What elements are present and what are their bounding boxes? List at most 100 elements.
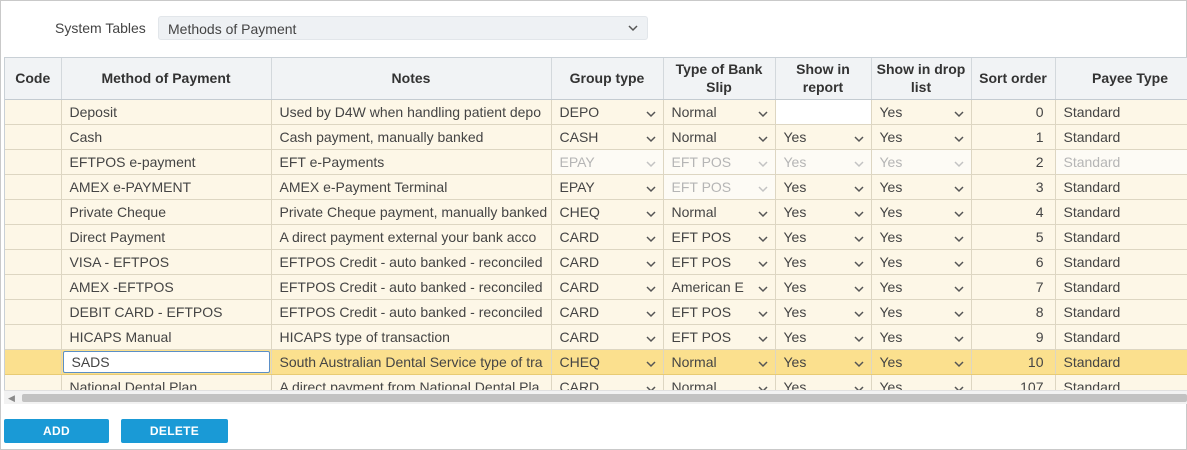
cell-method[interactable]: VISA - EFTPOS (61, 249, 272, 275)
cell-sort-order[interactable]: 5 (971, 224, 1056, 250)
cell-bank-slip[interactable]: Normal (663, 99, 776, 125)
cell-notes[interactable]: EFTPOS Credit - auto banked - reconciled (271, 274, 552, 300)
cell-method[interactable]: Private Cheque (61, 199, 272, 225)
cell-code[interactable] (5, 349, 62, 375)
cell-show-drop[interactable]: Yes (871, 99, 972, 125)
cell-sort-order[interactable]: 6 (971, 249, 1056, 275)
cell-show-drop[interactable]: Yes (871, 249, 972, 275)
cell-bank-slip[interactable]: EFT POS (663, 174, 776, 200)
col-header-notes[interactable]: Notes (271, 58, 552, 100)
cell-show-drop[interactable]: Yes (871, 149, 972, 175)
cell-code[interactable] (5, 274, 62, 300)
cell-bank-slip[interactable]: EFT POS (663, 299, 776, 325)
table-row[interactable]: SADS South Australian Dental Service type… (5, 349, 1187, 375)
col-header-show-drop[interactable]: Show in drop list (871, 58, 972, 100)
cell-group-type[interactable]: DEPO (551, 99, 664, 125)
cell-show-report[interactable]: Yes (775, 149, 872, 175)
cell-group-type[interactable]: CARD (551, 374, 664, 390)
cell-show-report[interactable]: Yes (775, 199, 872, 225)
col-header-payee-type[interactable]: Payee Type (1055, 58, 1187, 100)
cell-bank-slip[interactable]: EFT POS (663, 149, 776, 175)
scrollbar-thumb[interactable] (22, 394, 1187, 402)
table-row[interactable]: Private Cheque Private Cheque payment, ma… (5, 199, 1187, 225)
cell-payee-type[interactable]: Standard (1055, 174, 1187, 200)
cell-group-type[interactable]: CARD (551, 224, 664, 250)
cell-code[interactable] (5, 124, 62, 150)
col-header-sort-order[interactable]: Sort order (971, 58, 1056, 100)
cell-payee-type[interactable]: Standard (1055, 299, 1187, 325)
cell-code[interactable] (5, 149, 62, 175)
cell-show-drop[interactable]: Yes (871, 224, 972, 250)
cell-notes[interactable]: EFTPOS Credit - auto banked - reconciled (271, 299, 552, 325)
cell-show-report[interactable]: Yes (775, 174, 872, 200)
cell-group-type[interactable]: CARD (551, 274, 664, 300)
cell-show-report[interactable] (775, 99, 872, 125)
cell-show-report[interactable]: Yes (775, 299, 872, 325)
cell-group-type[interactable]: CHEQ (551, 349, 664, 375)
cell-sort-order[interactable]: 10 (971, 349, 1056, 375)
cell-payee-type[interactable]: Standard (1055, 349, 1187, 375)
system-tables-select[interactable]: Methods of Payment (158, 16, 648, 40)
cell-show-drop[interactable]: Yes (871, 274, 972, 300)
cell-bank-slip[interactable]: American E (663, 274, 776, 300)
cell-group-type[interactable]: CHEQ (551, 199, 664, 225)
table-row[interactable]: National Dental Plan A direct payment fro… (5, 374, 1187, 390)
cell-code[interactable] (5, 174, 62, 200)
cell-payee-type[interactable]: Standard (1055, 374, 1187, 390)
cell-code[interactable] (5, 374, 62, 390)
table-row[interactable]: DEBIT CARD - EFTPOS EFTPOS Credit - auto … (5, 299, 1187, 325)
table-row[interactable]: Deposit Used by D4W when handling patient… (5, 99, 1187, 125)
cell-show-drop[interactable]: Yes (871, 299, 972, 325)
scroll-left-icon[interactable]: ◀ (8, 393, 15, 404)
cell-bank-slip[interactable]: Normal (663, 199, 776, 225)
cell-notes[interactable]: A direct payment from National Dental Pl… (271, 374, 552, 390)
cell-method[interactable]: Direct Payment (61, 224, 272, 250)
cell-payee-type[interactable]: Standard (1055, 274, 1187, 300)
cell-bank-slip[interactable]: Normal (663, 124, 776, 150)
cell-payee-type[interactable]: Standard (1055, 249, 1187, 275)
cell-notes[interactable]: A direct payment external your bank acco (271, 224, 552, 250)
cell-show-report[interactable]: Yes (775, 249, 872, 275)
cell-bank-slip[interactable]: EFT POS (663, 249, 776, 275)
col-header-method[interactable]: Method of Payment (61, 58, 272, 100)
method-edit-input[interactable]: SADS (62, 350, 270, 373)
cell-code[interactable] (5, 99, 62, 125)
cell-method[interactable]: Deposit (61, 99, 272, 125)
cell-bank-slip[interactable]: Normal (663, 349, 776, 375)
cell-show-drop[interactable]: Yes (871, 324, 972, 350)
cell-show-report[interactable]: Yes (775, 224, 872, 250)
table-row[interactable]: VISA - EFTPOS EFTPOS Credit - auto banked… (5, 249, 1187, 275)
cell-group-type[interactable]: EPAY (551, 174, 664, 200)
cell-code[interactable] (5, 249, 62, 275)
table-row[interactable]: AMEX e-PAYMENT AMEX e-Payment Terminal EPA… (5, 174, 1187, 200)
horizontal-scrollbar[interactable]: ◀ (4, 390, 1187, 404)
cell-sort-order[interactable]: 107 (971, 374, 1056, 390)
cell-method[interactable]: AMEX -EFTPOS (61, 274, 272, 300)
cell-show-report[interactable]: Yes (775, 324, 872, 350)
delete-button[interactable]: DELETE (121, 419, 228, 443)
cell-payee-type[interactable]: Standard (1055, 324, 1187, 350)
cell-sort-order[interactable]: 7 (971, 274, 1056, 300)
cell-method[interactable]: National Dental Plan (61, 374, 272, 390)
cell-notes[interactable]: EFTPOS Credit - auto banked - reconciled (271, 249, 552, 275)
cell-payee-type[interactable]: Standard (1055, 149, 1187, 175)
table-row[interactable]: HICAPS Manual HICAPS type of transaction C… (5, 324, 1187, 350)
cell-group-type[interactable]: CARD (551, 324, 664, 350)
cell-sort-order[interactable]: 9 (971, 324, 1056, 350)
cell-group-type[interactable]: CASH (551, 124, 664, 150)
cell-show-report[interactable]: Yes (775, 349, 872, 375)
cell-method[interactable]: DEBIT CARD - EFTPOS (61, 299, 272, 325)
cell-sort-order[interactable]: 2 (971, 149, 1056, 175)
cell-bank-slip[interactable]: Normal (663, 374, 776, 390)
cell-bank-slip[interactable]: EFT POS (663, 324, 776, 350)
table-row[interactable]: Cash Cash payment, manually banked CASH Nor… (5, 124, 1187, 150)
cell-show-drop[interactable]: Yes (871, 124, 972, 150)
cell-notes[interactable]: Used by D4W when handling patient depo (271, 99, 552, 125)
cell-show-report[interactable]: Yes (775, 274, 872, 300)
cell-show-report[interactable]: Yes (775, 124, 872, 150)
cell-method[interactable]: AMEX e-PAYMENT (61, 174, 272, 200)
cell-method[interactable]: EFTPOS e-payment (61, 149, 272, 175)
cell-notes[interactable]: EFT e-Payments (271, 149, 552, 175)
table-row[interactable]: Direct Payment A direct payment external … (5, 224, 1187, 250)
cell-show-drop[interactable]: Yes (871, 174, 972, 200)
